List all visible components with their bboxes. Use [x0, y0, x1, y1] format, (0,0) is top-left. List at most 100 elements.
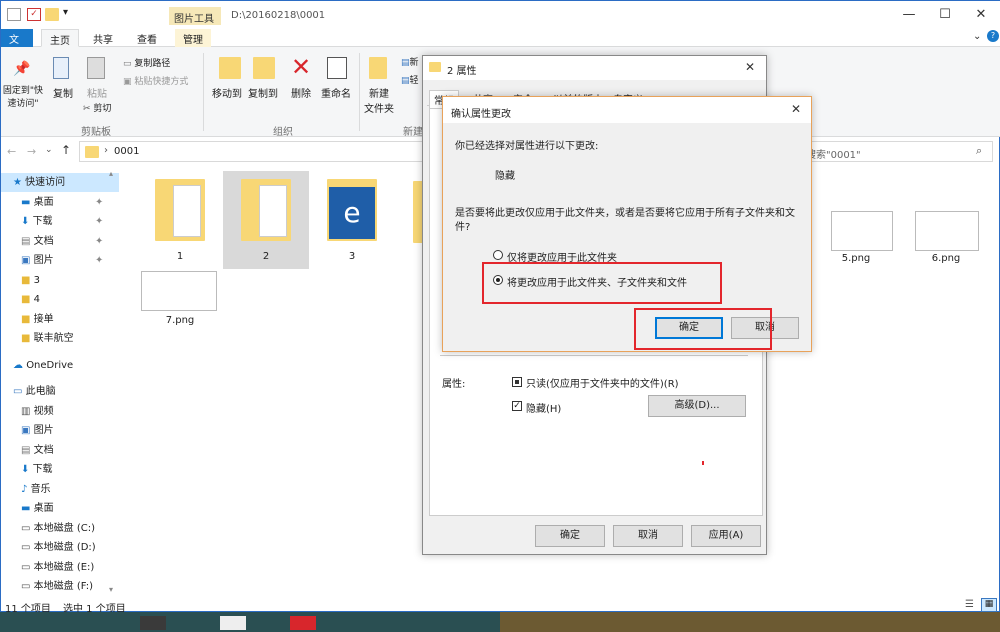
scroll-up-icon[interactable]: ▴	[109, 169, 113, 178]
new-folder-quick-icon[interactable]	[45, 8, 59, 21]
apply-folder-only-radio[interactable]	[493, 250, 503, 260]
sidebar-item-downloads[interactable]: ⬇ 下载 ✦	[1, 212, 119, 231]
sidebar-item-pictures-pc[interactable]: ▣ 图片	[1, 421, 119, 440]
star-icon: ★	[13, 177, 26, 188]
close-icon[interactable]: ✕	[745, 60, 755, 74]
tab-view[interactable]: 查看	[129, 29, 165, 47]
taskbar-app[interactable]	[220, 616, 246, 630]
copy-to-button[interactable]: 复制到	[245, 85, 281, 100]
list-item[interactable]: 1	[137, 169, 223, 267]
list-item-selected[interactable]: 2	[223, 171, 309, 269]
breadcrumb-current[interactable]: 0001	[114, 146, 139, 157]
sidebar-item-lianfeng[interactable]: ■ 联丰航空	[1, 329, 119, 348]
sidebar-item-desktop[interactable]: ▬ 桌面 ✦	[1, 193, 119, 212]
file-name: 2	[262, 251, 270, 262]
sidebar-item-quick-access[interactable]: ★ 快速访问	[1, 173, 119, 192]
sidebar-item-drive-c[interactable]: ▭ 本地磁盘 (C:)	[1, 519, 119, 538]
copy-to-icon	[253, 57, 275, 79]
sidebar-item-onedrive[interactable]: ☁ OneDrive	[1, 356, 119, 375]
sidebar-item-downloads-pc[interactable]: ⬇ 下载	[1, 460, 119, 479]
document-icon: ▤	[21, 445, 34, 456]
sidebar-item-this-pc[interactable]: ▭ 此电脑	[1, 382, 119, 401]
maximize-button[interactable]: ☐	[927, 1, 963, 29]
apply-button[interactable]: 应用(A)	[691, 525, 761, 547]
watermark-logo: Bai经验	[770, 550, 899, 590]
move-to-button[interactable]: 移动到	[209, 85, 245, 100]
new-folder-button[interactable]: 新建 文件夹	[361, 85, 397, 115]
rename-button[interactable]: 重命名	[317, 85, 355, 100]
image-thumbnail	[141, 271, 217, 311]
sidebar-item-music[interactable]: ♪ 音乐	[1, 480, 119, 499]
sidebar-item-folder-3[interactable]: ■ 3	[1, 271, 119, 290]
back-button[interactable]: ←	[7, 145, 16, 158]
music-icon: ♪	[21, 484, 31, 495]
list-item[interactable]: e 3	[309, 169, 395, 267]
properties-quick-icon[interactable]: ✓	[27, 8, 41, 21]
taskbar	[0, 612, 1000, 632]
scroll-down-icon[interactable]: ▾	[109, 585, 113, 594]
file-name: 5.png	[841, 253, 871, 264]
advanced-button[interactable]: 高级(D)...	[648, 395, 746, 417]
copy-path-button[interactable]: ▭ 复制路径	[123, 56, 170, 69]
expand-ribbon-icon[interactable]: ⌄	[973, 31, 981, 42]
readonly-checkbox[interactable]	[512, 377, 522, 387]
paste-button[interactable]: 粘贴	[83, 85, 111, 100]
taskbar-app[interactable]	[140, 616, 166, 630]
sidebar-item-drive-e[interactable]: ▭ 本地磁盘 (E:)	[1, 558, 119, 577]
search-icon: ⌕	[976, 144, 983, 157]
details-view-icon[interactable]: ☰	[965, 599, 974, 610]
sidebar-item-drive-d[interactable]: ▭ 本地磁盘 (D:)	[1, 538, 119, 557]
minimize-button[interactable]: —	[891, 1, 927, 29]
folder-icon: ■	[21, 314, 34, 325]
paste-shortcut-button[interactable]: ▣ 粘贴快捷方式	[123, 74, 188, 87]
cancel-button[interactable]: 取消	[613, 525, 683, 547]
sidebar-item-label: 3	[33, 275, 41, 286]
new-item-label: 新	[409, 58, 419, 68]
drive-icon: ▭	[21, 581, 34, 592]
paste-shortcut-label: 粘贴快捷方式	[134, 77, 189, 87]
list-item[interactable]: 6.png	[891, 209, 997, 269]
sidebar-item-drive-f[interactable]: ▭ 本地磁盘 (F:)	[1, 577, 119, 596]
sidebar-item-pictures[interactable]: ▣ 图片 ✦	[1, 251, 119, 270]
sidebar-item-jiedan[interactable]: ■ 接单	[1, 310, 119, 329]
tab-file[interactable]: 文件	[1, 29, 33, 61]
copy-icon	[53, 57, 69, 79]
ok-button[interactable]: 确定	[535, 525, 605, 547]
sidebar-item-folder-4[interactable]: ■ 4	[1, 290, 119, 309]
sidebar-item-videos[interactable]: ▥ 视频	[1, 402, 119, 421]
drive-icon: ▭	[21, 562, 34, 573]
sidebar-item-documents-pc[interactable]: ▤ 文档	[1, 441, 119, 460]
taskbar-app[interactable]	[290, 616, 316, 630]
new-folder-icon	[369, 57, 387, 79]
cut-button[interactable]: ✂ 剪切	[83, 101, 111, 114]
pin-icon: ✦	[95, 236, 104, 247]
sidebar-item-label: 本地磁盘 (E:)	[33, 562, 95, 573]
easy-access-button[interactable]: ▤轻	[401, 73, 419, 86]
highlight-ok-button	[634, 308, 772, 350]
close-icon[interactable]: ✕	[791, 102, 801, 116]
pin-quick-access-button[interactable]: 固定到"快 速访问"	[1, 83, 45, 109]
sidebar-item-desktop-pc[interactable]: ▬ 桌面	[1, 499, 119, 518]
delete-button[interactable]: 删除	[285, 85, 317, 100]
search-input[interactable]: 搜索"0001" ⌕	[801, 141, 993, 162]
copy-button[interactable]: 复制	[49, 85, 77, 100]
close-button[interactable]: ✕	[963, 1, 999, 29]
tab-manage[interactable]: 管理	[175, 29, 211, 47]
desktop-icon: ▬	[21, 197, 34, 208]
recent-locations-button[interactable]: ⌄	[45, 145, 53, 155]
sidebar-item-label: 图片	[33, 425, 54, 436]
forward-button[interactable]: →	[27, 145, 36, 158]
tab-home[interactable]: 主页	[41, 29, 79, 47]
list-item[interactable]: 5.png	[805, 209, 893, 269]
sidebar-item-documents[interactable]: ▤ 文档 ✦	[1, 232, 119, 251]
hidden-checkbox[interactable]: ✓	[512, 401, 522, 411]
list-item[interactable]: 7.png	[137, 267, 223, 331]
tab-share[interactable]: 共享	[85, 29, 121, 47]
help-icon[interactable]: ?	[987, 30, 999, 42]
customize-qat-icon[interactable]: ▾	[63, 7, 68, 18]
new-item-button[interactable]: ▤新	[401, 55, 419, 68]
copy-path-label: 复制路径	[134, 59, 171, 69]
up-button[interactable]: ↑	[61, 143, 71, 157]
large-icons-view-icon[interactable]: ▦	[981, 598, 997, 612]
delete-icon: ✕	[291, 53, 312, 81]
